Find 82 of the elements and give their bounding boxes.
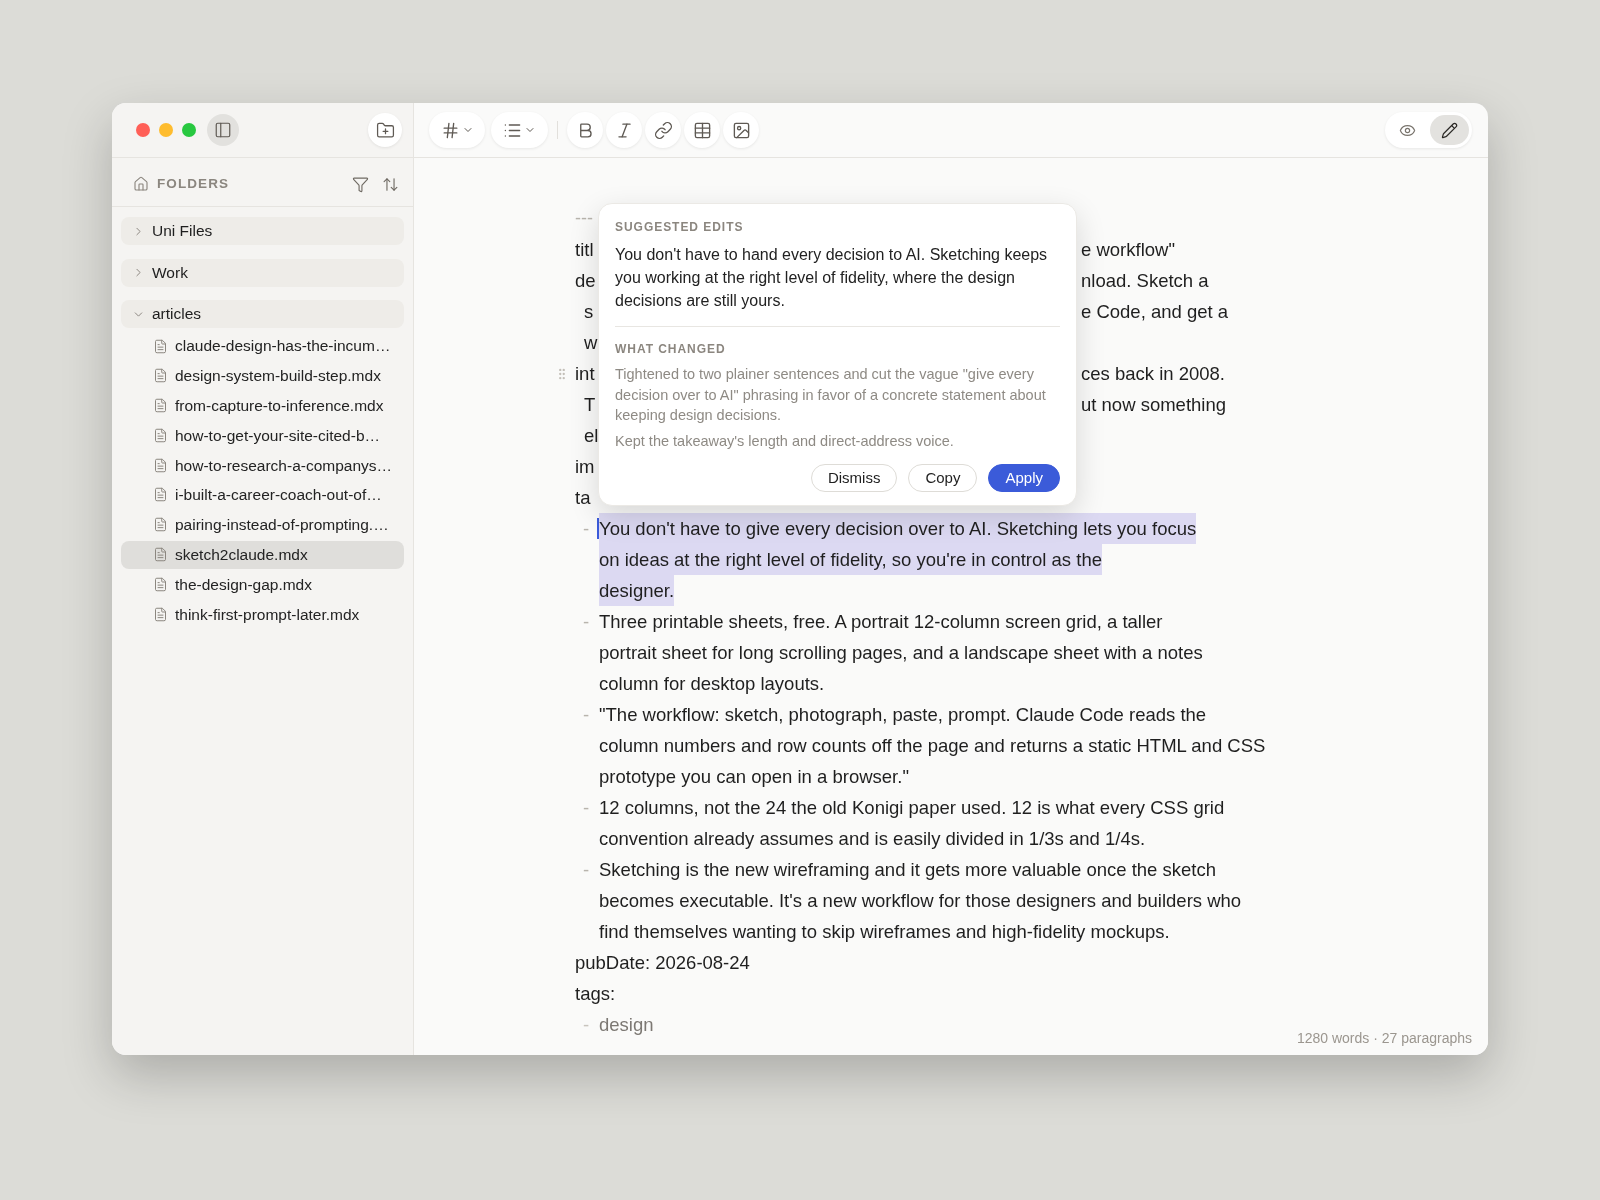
tag-text: design bbox=[599, 1013, 654, 1037]
highlighted-paragraph: You don't have to give every decision over to AI. Sketching lets you focus on ideas at the right level of fidelity, so you're in control as the designer. bbox=[599, 513, 1197, 606]
document-icon bbox=[153, 517, 168, 533]
list-dash: - bbox=[582, 796, 590, 820]
file-item[interactable]: how-to-get-your-site-cited-b… bbox=[121, 421, 404, 450]
filter-icon[interactable] bbox=[352, 175, 369, 193]
new-folder-button[interactable] bbox=[368, 113, 402, 147]
file-item[interactable]: claude-design-has-the-incum… bbox=[121, 332, 404, 360]
document-icon bbox=[153, 576, 168, 592]
editor-line-text: T bbox=[584, 393, 596, 417]
list-dash: - bbox=[582, 610, 590, 634]
file-item[interactable]: think-first-prompt-later.mdx bbox=[121, 600, 404, 629]
list-dash: - bbox=[582, 1013, 590, 1037]
document-icon bbox=[153, 457, 168, 473]
link-icon bbox=[653, 120, 673, 140]
list-dash: - bbox=[582, 517, 590, 541]
editor-line-text: el bbox=[584, 424, 599, 448]
file-item[interactable]: from-capture-to-inference.mdx bbox=[121, 391, 404, 420]
editor-line-text: im bbox=[575, 455, 595, 479]
editor-line-text: ta bbox=[575, 486, 591, 510]
pencil-icon bbox=[1441, 121, 1458, 139]
file-item[interactable]: how-to-research-a-companys… bbox=[121, 451, 404, 480]
suggestion-text: You don't have to hand every decision to AI. Sketching keeps you working at the right level of fidelity, where the design decisions are still yours. bbox=[615, 245, 1049, 311]
italic-button[interactable] bbox=[606, 112, 642, 148]
document-icon bbox=[153, 398, 168, 414]
list-menu-button[interactable] bbox=[491, 112, 548, 148]
list-dash: - bbox=[582, 703, 590, 727]
document-icon bbox=[153, 427, 168, 443]
image-button[interactable] bbox=[723, 112, 759, 148]
table-icon bbox=[692, 120, 712, 140]
frontmatter-delimiter: --- bbox=[575, 207, 593, 230]
editor-line-text: ut now something bbox=[1081, 393, 1226, 417]
document-icon bbox=[153, 606, 168, 622]
sidebar-panel-icon bbox=[214, 121, 232, 139]
editor-line-text: e workflow" bbox=[1081, 238, 1175, 262]
file-item[interactable]: the-design-gap.mdx bbox=[121, 570, 404, 599]
edit-mode-button[interactable] bbox=[1430, 115, 1469, 145]
sort-icon[interactable] bbox=[382, 175, 399, 193]
folder-item[interactable]: Work bbox=[121, 258, 404, 287]
link-button[interactable] bbox=[645, 112, 681, 148]
window-close-button[interactable] bbox=[136, 123, 150, 137]
folder-plus-icon bbox=[375, 120, 395, 140]
editor-line-text: pubDate: 2026-08-24 bbox=[575, 951, 750, 975]
popup-button[interactable]: Copy bbox=[908, 464, 978, 492]
editor-line-text: ces back in 2008. bbox=[1081, 362, 1225, 386]
bold-button[interactable] bbox=[567, 112, 603, 148]
editor-line-text: e Code, and get a bbox=[1081, 300, 1229, 324]
apply-button[interactable]: Apply bbox=[988, 464, 1060, 492]
list-dash: - bbox=[582, 858, 590, 882]
folder-item[interactable]: Uni Files bbox=[121, 217, 404, 245]
heading-menu-button[interactable] bbox=[429, 112, 485, 148]
editor-line-text: de bbox=[575, 269, 596, 293]
sidebar-toggle-button[interactable] bbox=[207, 114, 239, 146]
document-icon bbox=[153, 368, 168, 384]
popup-button[interactable]: Dismiss bbox=[810, 464, 898, 492]
change-note: Kept the takeaway's length and direct-address voice. bbox=[615, 431, 955, 451]
document-icon bbox=[153, 547, 168, 563]
popup-heading: SUGGESTED EDITS bbox=[615, 219, 745, 235]
folders-heading: FOLDERS bbox=[157, 174, 230, 193]
file-item[interactable]: i-built-a-career-coach-out-of… bbox=[121, 481, 404, 509]
list-item-text: Three printable sheets, free. A portrait 12-column screen grid, a taller portrait sheet for long scrolling pages, and a landscape sheet with a notes column for desktop layouts. bbox=[599, 610, 1203, 696]
file-item[interactable]: design-system-build-step.mdx bbox=[121, 361, 404, 390]
file-item[interactable]: sketch2claude.mdx bbox=[121, 540, 404, 569]
word-count: 1280 words · 27 paragraphs bbox=[1296, 1029, 1472, 1048]
editor-line-text: s bbox=[584, 300, 594, 324]
change-note: Tightened to two plainer sentences and cut the vague "give every decision over to AI" phrasing in favor of a concrete statement about keeping design decisions. bbox=[615, 365, 1047, 425]
document-icon bbox=[153, 487, 168, 503]
popup-heading: WHAT CHANGED bbox=[615, 341, 727, 357]
home-icon bbox=[133, 176, 149, 192]
document-icon bbox=[153, 338, 168, 354]
folder-item[interactable]: articles bbox=[121, 300, 404, 328]
list-item-text: "The workflow: sketch, photograph, paste, prompt. Claude Code reads the column numbers and row counts off the page and returns a static HTML and CSS prototype you can open in a browser." bbox=[599, 703, 1266, 789]
file-item[interactable]: pairing-instead-of-prompting.… bbox=[121, 510, 404, 539]
editor-line-text: int bbox=[575, 362, 595, 386]
list-item-text: Sketching is the new wireframing and it gets more valuable once the sketch becomes executable. It's a new workflow for those designers and builders who find themselves wanting to skip wireframes and high-fidelity mockups. bbox=[599, 858, 1242, 944]
editor-line-text: w bbox=[584, 331, 598, 355]
editor-line-text: titl bbox=[575, 238, 594, 262]
editor-line-text: tags: bbox=[575, 982, 616, 1006]
editor-line-text: nload. Sketch a bbox=[1081, 269, 1209, 293]
list-item-text: 12 columns, not the 24 the old Konigi paper used. 12 is what every CSS grid convention already assumes and is easily divided in 1/3s and 1/4s. bbox=[599, 796, 1225, 851]
table-button[interactable] bbox=[684, 112, 720, 148]
image-icon bbox=[731, 120, 751, 140]
